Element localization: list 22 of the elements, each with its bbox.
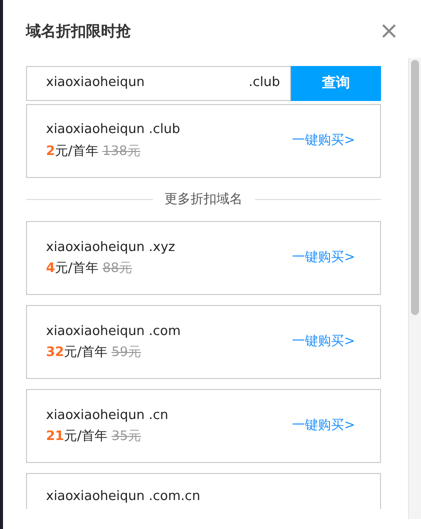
- buy-link[interactable]: 一键购买>: [292, 416, 355, 436]
- buy-link[interactable]: 一键购买>: [292, 248, 355, 268]
- search-button[interactable]: 查询: [291, 66, 381, 100]
- close-icon[interactable]: [382, 24, 396, 38]
- domain-name: xiaoxiaoheiqun .com: [46, 322, 181, 340]
- buy-link[interactable]: 一键购买>: [292, 332, 355, 352]
- domain-name: xiaoxiaoheiqun .club: [46, 121, 180, 139]
- dialog-title: 域名折扣限时抢: [26, 21, 131, 42]
- buy-link[interactable]: 一键购买>: [292, 130, 355, 150]
- original-price: 88元: [102, 260, 132, 278]
- domain-name: xiaoxiaoheiqun .xyz: [46, 238, 176, 256]
- original-price: 35元: [111, 428, 142, 446]
- original-price: 138元: [102, 142, 140, 160]
- original-price: 59元: [111, 344, 142, 362]
- price: 4元/首年: [46, 260, 98, 278]
- section-heading: 更多折扣域名: [164, 190, 242, 208]
- domain-name: xiaoxiaoheiqun .com.cn: [46, 488, 200, 506]
- price: 2元/首年: [46, 142, 98, 160]
- price: 32元/首年: [46, 344, 108, 362]
- price: 21元/首年: [46, 428, 108, 446]
- domain-name: xiaoxiaoheiqun .cn: [46, 406, 168, 424]
- scrollbar[interactable]: [408, 58, 421, 519]
